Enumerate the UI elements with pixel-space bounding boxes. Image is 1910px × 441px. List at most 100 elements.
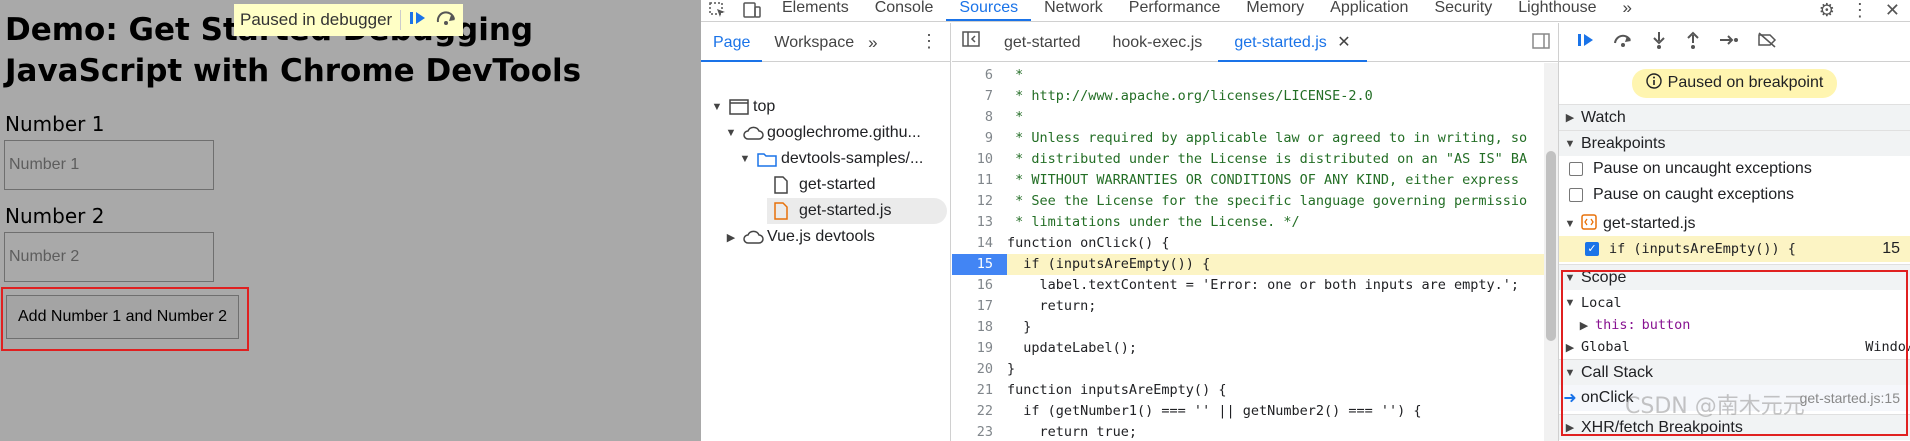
frame-icon — [725, 99, 753, 115]
breakpoints-section-header[interactable]: ▼ Breakpoints — [1559, 130, 1910, 156]
more-tabs-icon[interactable]: » — [1610, 0, 1645, 21]
code-line[interactable]: 6 * — [952, 65, 1558, 86]
code-line[interactable]: 22 if (getNumber1() === '' || getNumber2… — [952, 401, 1558, 422]
code-area[interactable]: 6 * 7 * http://www.apache.org/licenses/LI… — [952, 63, 1558, 441]
paused-message: Paused on breakpoint — [1667, 74, 1824, 91]
line-number[interactable]: 22 — [952, 401, 1007, 422]
tree-item-vue-devtools[interactable]: ▶ Vue.js devtools — [723, 224, 875, 250]
editor-tab-hook-exec[interactable]: hook-exec.js — [1096, 23, 1218, 62]
code-line[interactable]: 17 return; — [952, 296, 1558, 317]
code-text: } — [1007, 361, 1016, 377]
code-line[interactable]: 7 * http://www.apache.org/licenses/LICEN… — [952, 86, 1558, 107]
tree-item-origin[interactable]: ▼ googlechrome.githu... — [723, 120, 921, 146]
code-text: if (getNumber1() === '' || getNumber2() … — [1007, 403, 1422, 419]
code-line[interactable]: 20} — [952, 359, 1558, 380]
code-line[interactable]: 9 * Unless required by applicable law or… — [952, 128, 1558, 149]
tree-item-get-started-js[interactable]: get-started.js — [767, 198, 947, 224]
code-line[interactable]: 16 label.textContent = 'Error: one or bo… — [952, 275, 1558, 296]
cloud-icon — [739, 229, 767, 245]
editor-tabs: get-started hook-exec.js get-started.js … — [952, 23, 1558, 62]
tab-security[interactable]: Security — [1421, 0, 1505, 21]
tree-item-folder[interactable]: ▼ devtools-samples/... — [737, 146, 924, 172]
line-number[interactable]: 6 — [952, 65, 1007, 86]
code-line-breakpoint[interactable]: 15 if (inputsAreEmpty()) { — [952, 254, 1558, 275]
tab-console[interactable]: Console — [862, 0, 947, 21]
inspect-element-icon[interactable] — [701, 0, 735, 21]
code-line[interactable]: 18 } — [952, 317, 1558, 338]
deactivate-breakpoints-icon[interactable] — [1757, 31, 1777, 53]
line-number[interactable]: 18 — [952, 317, 1007, 338]
line-number[interactable]: 14 — [952, 233, 1007, 254]
step-into-icon[interactable] — [1651, 31, 1667, 54]
line-number[interactable]: 12 — [952, 191, 1007, 212]
breakpoint-checkbox[interactable]: ✓ — [1585, 242, 1599, 256]
tab-application[interactable]: Application — [1317, 0, 1421, 21]
line-number[interactable]: 20 — [952, 359, 1007, 380]
code-text: * WITHOUT WARRANTIES OR CONDITIONS OF AN… — [1007, 172, 1520, 188]
line-number[interactable]: 15 — [952, 254, 1007, 275]
watch-section-header[interactable]: ▶ Watch — [1559, 104, 1910, 130]
breakpoint-entry-row[interactable]: ✓ if (inputsAreEmpty()) { 15 — [1559, 236, 1910, 262]
code-line[interactable]: 19 updateLabel(); — [952, 338, 1558, 359]
code-line[interactable]: 13 * limitations under the License. */ — [952, 212, 1558, 233]
code-line[interactable]: 23 return true; — [952, 422, 1558, 441]
editor-tab-get-started[interactable]: get-started — [988, 23, 1096, 62]
line-number[interactable]: 7 — [952, 86, 1007, 107]
close-devtools-icon[interactable]: ✕ — [1885, 0, 1900, 21]
code-line[interactable]: 10 * distributed under the License is di… — [952, 149, 1558, 170]
pause-caught-row[interactable]: Pause on caught exceptions — [1559, 182, 1910, 208]
number2-input[interactable]: Number 2 — [4, 232, 214, 282]
tab-sources[interactable]: Sources — [946, 0, 1032, 21]
line-number[interactable]: 13 — [952, 212, 1007, 233]
line-number[interactable]: 9 — [952, 128, 1007, 149]
line-number[interactable]: 19 — [952, 338, 1007, 359]
tab-network[interactable]: Network — [1031, 0, 1116, 21]
navigator-menu-icon[interactable]: ⋮ — [920, 31, 938, 52]
more-options-icon[interactable]: ⋮ — [1851, 0, 1869, 21]
tab-memory[interactable]: Memory — [1233, 0, 1317, 21]
tab-page[interactable]: Page — [701, 23, 763, 62]
tab-performance[interactable]: Performance — [1116, 0, 1234, 21]
step-icon[interactable] — [1719, 32, 1739, 53]
step-out-icon[interactable] — [1685, 31, 1701, 54]
line-number[interactable]: 8 — [952, 107, 1007, 128]
expanded-triangle-icon: ▼ — [711, 101, 723, 113]
expanded-triangle-icon: ▼ — [1564, 218, 1576, 230]
pause-uncaught-row[interactable]: Pause on uncaught exceptions — [1559, 156, 1910, 182]
code-line[interactable]: 8 * — [952, 107, 1558, 128]
tab-elements[interactable]: Elements — [769, 0, 862, 21]
line-number[interactable]: 16 — [952, 275, 1007, 296]
breakpoint-file-row[interactable]: ▼ get-started.js — [1559, 211, 1910, 237]
editor-tab-get-started-js[interactable]: get-started.js ✕ — [1218, 23, 1367, 62]
toggle-navigator-icon[interactable] — [952, 23, 988, 62]
resume-icon[interactable] — [1577, 32, 1595, 53]
resume-icon[interactable] — [409, 10, 427, 31]
settings-gear-icon[interactable]: ⚙ — [1819, 0, 1835, 21]
tree-item-get-started[interactable]: get-started — [767, 172, 875, 198]
line-number[interactable]: 21 — [952, 380, 1007, 401]
pause-uncaught-checkbox[interactable] — [1569, 162, 1583, 176]
line-number[interactable]: 10 — [952, 149, 1007, 170]
code-line[interactable]: 11 * WITHOUT WARRANTIES OR CONDITIONS OF… — [952, 170, 1558, 191]
pause-caught-checkbox[interactable] — [1569, 188, 1583, 202]
close-tab-icon[interactable]: ✕ — [1337, 34, 1350, 51]
number1-input[interactable]: Number 1 — [4, 140, 214, 190]
step-over-icon[interactable] — [1613, 32, 1633, 53]
toggle-debugger-icon[interactable] — [1532, 33, 1550, 54]
line-number[interactable]: 11 — [952, 170, 1007, 191]
more-navigator-tabs-icon[interactable]: » — [866, 23, 879, 62]
device-toolbar-icon[interactable] — [735, 0, 769, 21]
code-line[interactable]: 12 * See the License for the specific la… — [952, 191, 1558, 212]
line-number[interactable]: 23 — [952, 422, 1007, 441]
editor-scrollbar[interactable] — [1544, 63, 1558, 441]
code-editor: get-started hook-exec.js get-started.js … — [952, 23, 1559, 441]
code-line[interactable]: 14 function onClick() { — [952, 233, 1558, 254]
line-number[interactable]: 17 — [952, 296, 1007, 317]
code-line[interactable]: 21 function inputsAreEmpty() { — [952, 380, 1558, 401]
tab-workspace[interactable]: Workspace — [762, 23, 866, 62]
tree-item-top[interactable]: ▼ top — [709, 94, 776, 120]
tab-lighthouse[interactable]: Lighthouse — [1505, 0, 1609, 21]
step-over-icon[interactable] — [435, 10, 457, 31]
scrollbar-thumb[interactable] — [1546, 151, 1556, 341]
js-file-icon — [767, 202, 795, 220]
